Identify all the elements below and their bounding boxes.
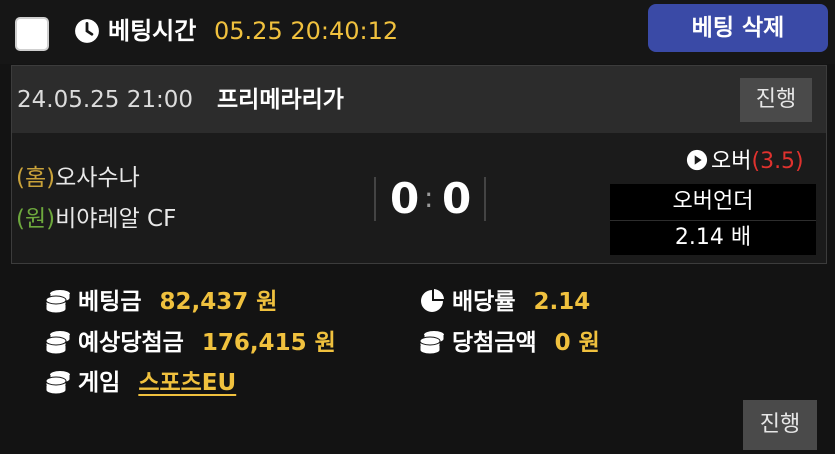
clock-icon (75, 19, 99, 43)
option-divider (610, 220, 816, 221)
away-tag: (원) (16, 206, 56, 232)
match-header: 24.05.25 21:00 프리메라리가 진행 (12, 66, 826, 133)
odds-row: 배당률 2.14 (418, 287, 590, 317)
expected-win-row: 예상당첨금 176,415 원 (44, 328, 336, 358)
win-amount-value: 0 원 (554, 330, 600, 356)
score-home: 0 (390, 174, 420, 223)
bet-pick: 오버(3.5) (686, 147, 804, 177)
match-datetime: 24.05.25 21:00 (17, 87, 194, 113)
coins-icon (45, 371, 71, 395)
match-card: 24.05.25 21:00 프리메라리가 진행 (홈)오사수나 (원)비야레알… (11, 65, 827, 264)
coins-icon (45, 331, 71, 355)
bet-pick-line: (3.5) (751, 149, 804, 174)
odds-value: 2.14 (533, 289, 591, 315)
home-team-name: 오사수나 (55, 165, 140, 191)
bet-status-button[interactable]: 진행 (743, 400, 817, 450)
bet-summary: 베팅금 82,437 원 배당률 2.14 예상당첨금 176,415 원 당첨금액 0… (0, 265, 835, 454)
away-team: (원)비야레알 CF (16, 204, 176, 234)
bet-amount-value: 82,437 원 (159, 289, 278, 315)
bet-time-label: 베팅시간 (108, 17, 197, 45)
league-name: 프리메라리가 (217, 87, 344, 113)
expected-win-value: 176,415 원 (201, 330, 336, 356)
odds-label: 배당률 (452, 289, 516, 315)
bet-time-value: 05.25 20:40:12 (214, 17, 399, 45)
home-team: (홈)오사수나 (16, 163, 140, 193)
bet-option-box: 오버언더 2.14 배 (610, 184, 816, 255)
bet-header: 베팅시간 05.25 20:40:12 베팅 삭제 (0, 0, 835, 64)
coins-icon (45, 290, 71, 314)
select-bet-checkbox[interactable] (15, 17, 49, 51)
win-amount-label: 당첨금액 (452, 330, 537, 356)
play-icon (686, 149, 708, 171)
scoreboard: 0 : 0 (374, 174, 486, 223)
bet-option-odds: 2.14 배 (674, 225, 752, 250)
bet-amount-row: 베팅금 82,437 원 (44, 287, 277, 317)
match-status-button[interactable]: 진행 (740, 78, 812, 122)
score-separator: : (424, 181, 434, 214)
bet-amount-label: 베팅금 (78, 289, 142, 315)
win-amount-row: 당첨금액 0 원 (418, 328, 600, 358)
score-away: 0 (442, 174, 472, 223)
bet-pick-label: 오버 (711, 149, 752, 174)
game-label: 게임 (78, 370, 121, 396)
expected-win-label: 예상당첨금 (78, 330, 184, 356)
home-tag: (홈) (16, 165, 56, 191)
pie-chart-icon (421, 289, 444, 312)
game-row: 게임 스포츠EU (44, 368, 236, 398)
delete-bet-button[interactable]: 베팅 삭제 (648, 4, 828, 52)
match-body: (홈)오사수나 (원)비야레알 CF 0 : 0 오버(3.5) 오버언더 2.… (12, 133, 826, 263)
coins-icon (419, 331, 445, 355)
bet-option-name: 오버언더 (672, 189, 754, 214)
away-team-name: 비야레알 CF (55, 206, 177, 232)
game-link[interactable]: 스포츠EU (138, 370, 236, 396)
